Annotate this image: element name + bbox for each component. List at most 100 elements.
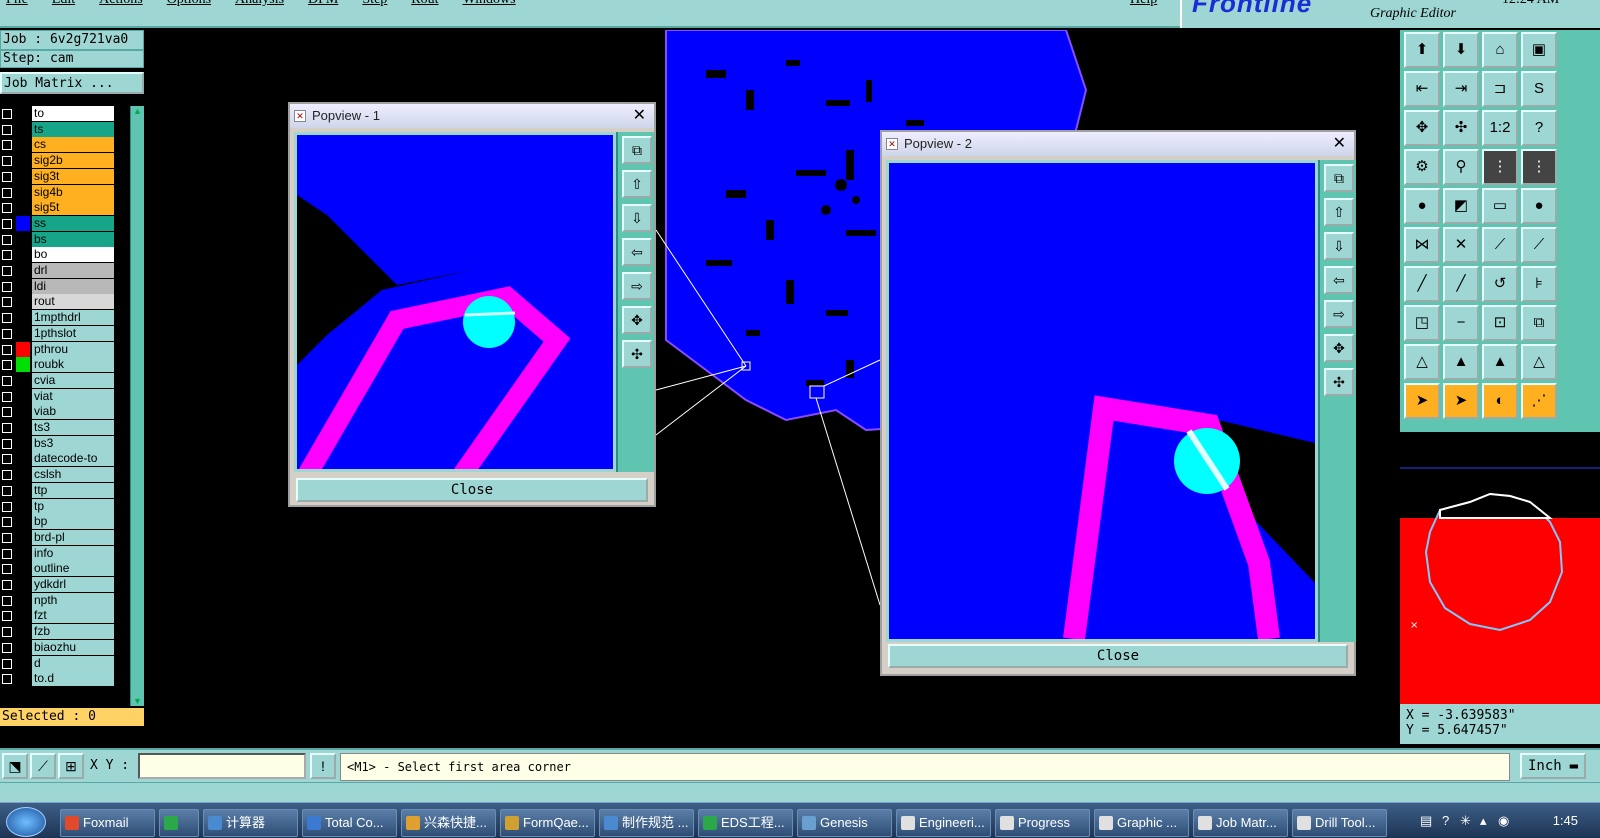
- layer-color-swatch[interactable]: [16, 106, 30, 121]
- layer-name[interactable]: tp: [32, 498, 114, 514]
- layer-row[interactable]: fzt: [0, 608, 116, 624]
- layer-color-swatch[interactable]: [16, 577, 30, 592]
- menu-help[interactable]: Help: [1130, 0, 1157, 8]
- layer-checkbox[interactable]: [2, 517, 12, 528]
- layer-row[interactable]: sig2b: [0, 153, 116, 169]
- layer-name[interactable]: bo: [32, 247, 114, 263]
- layer-checkbox[interactable]: [2, 611, 12, 622]
- layer-color-swatch[interactable]: [16, 514, 30, 530]
- popview-1-close-button[interactable]: Close: [296, 478, 648, 502]
- menu-analysis[interactable]: Analysis: [235, 0, 284, 8]
- layer-checkbox[interactable]: [2, 250, 12, 261]
- zoom-in-icon[interactable]: ✥: [622, 306, 652, 334]
- layer-row[interactable]: sig3t: [0, 168, 116, 184]
- window-icon[interactable]: ▣: [1521, 32, 1557, 68]
- line-icon[interactable]: ⟋: [1521, 227, 1557, 263]
- taskbar-item[interactable]: Job Matr...: [1193, 809, 1288, 837]
- pan-left-icon[interactable]: ⇦: [622, 238, 652, 266]
- layer-row[interactable]: drl: [0, 263, 116, 278]
- layer-row[interactable]: datecode-to: [0, 451, 116, 467]
- layer-color-swatch[interactable]: [16, 200, 30, 216]
- xy-input[interactable]: [138, 753, 306, 779]
- popview-2-titlebar[interactable]: ✕ Popview - 2 ✕: [882, 132, 1354, 156]
- menu-rout[interactable]: Rout: [411, 0, 438, 8]
- layer-row[interactable]: outline: [0, 561, 116, 577]
- layer-row[interactable]: to.d: [0, 671, 116, 687]
- layer-row[interactable]: cs: [0, 137, 116, 153]
- layer-name[interactable]: ydkdrl: [32, 577, 114, 592]
- layer-checkbox[interactable]: [2, 501, 12, 512]
- pan-down-icon[interactable]: ⇩: [622, 204, 652, 232]
- layer-checkbox[interactable]: [2, 281, 12, 292]
- layer-color-swatch[interactable]: [16, 420, 30, 435]
- layer-row[interactable]: ydkdrl: [0, 577, 116, 592]
- network-icon[interactable]: ◉: [1498, 813, 1509, 829]
- taskbar-item[interactable]: Total Co...: [302, 809, 397, 837]
- layer-name[interactable]: bs: [32, 231, 114, 247]
- dot-icon[interactable]: ●: [1521, 188, 1557, 224]
- layer-row[interactable]: brd-pl: [0, 529, 116, 545]
- layer-row[interactable]: biaozhu: [0, 639, 116, 655]
- layer-checkbox[interactable]: [2, 266, 12, 276]
- measure-icon[interactable]: ⟋: [30, 753, 56, 779]
- layer-row[interactable]: bp: [0, 514, 116, 530]
- layer-checkbox[interactable]: [2, 344, 12, 355]
- warning-icon[interactable]: !: [310, 753, 336, 779]
- layout-icon[interactable]: S: [1521, 71, 1557, 107]
- arc-icon[interactable]: ↺: [1482, 266, 1518, 302]
- layer-row[interactable]: ts: [0, 121, 116, 137]
- layer-color-swatch[interactable]: [16, 498, 30, 514]
- pan-left-icon[interactable]: ⇦: [1324, 266, 1354, 294]
- layer-color-swatch[interactable]: [16, 153, 30, 169]
- layer-name[interactable]: fzb: [32, 624, 114, 640]
- layer-row[interactable]: ss: [0, 215, 116, 231]
- taskbar-item[interactable]: Progress: [995, 809, 1090, 837]
- layer-checkbox[interactable]: [2, 109, 12, 119]
- layer-color-swatch[interactable]: [16, 624, 30, 640]
- layer-color-swatch[interactable]: [16, 357, 30, 373]
- taskbar-item[interactable]: 制作规范 ...: [599, 809, 694, 837]
- layer-name[interactable]: datecode-to: [32, 451, 114, 467]
- layer-name[interactable]: ts3: [32, 420, 114, 435]
- layer-checkbox[interactable]: [2, 532, 12, 543]
- layer-name[interactable]: cs: [32, 137, 114, 153]
- layer-row[interactable]: 1mpthdrl: [0, 310, 116, 326]
- layer-checkbox[interactable]: [2, 313, 12, 324]
- layer-color-swatch[interactable]: [16, 671, 30, 687]
- layer-checkbox[interactable]: [2, 328, 12, 339]
- unit-selector[interactable]: Inch ▬: [1520, 753, 1586, 779]
- layer-checkbox[interactable]: [2, 564, 12, 575]
- layer-checkbox[interactable]: [2, 423, 12, 433]
- taskbar-item[interactable]: 兴森快捷...: [401, 809, 496, 837]
- zoom-out-icon[interactable]: ✣: [1324, 368, 1354, 396]
- layer-name[interactable]: cvia: [32, 372, 114, 388]
- layer-row[interactable]: rout: [0, 294, 116, 310]
- slash-icon[interactable]: ╱: [1443, 266, 1479, 302]
- layer-name[interactable]: sig3t: [32, 168, 114, 184]
- layer-checkbox[interactable]: [2, 203, 12, 214]
- layer-row[interactable]: viab: [0, 404, 116, 420]
- layer-checkbox[interactable]: [2, 234, 12, 245]
- layer-color-swatch[interactable]: [16, 372, 30, 388]
- tri2-icon[interactable]: ▲: [1443, 344, 1479, 380]
- connect-icon[interactable]: ⋈: [1404, 227, 1440, 263]
- layer-name[interactable]: brd-pl: [32, 529, 114, 545]
- draw-icon[interactable]: ╱: [1404, 266, 1440, 302]
- layer-color-swatch[interactable]: [16, 168, 30, 184]
- layer-checkbox[interactable]: [2, 360, 12, 371]
- zoom-extent-icon[interactable]: ✥: [1404, 110, 1440, 146]
- layer-name[interactable]: biaozhu: [32, 639, 114, 655]
- settings-icon[interactable]: ⚙: [1404, 149, 1440, 185]
- scroll-up-icon[interactable]: ▲: [133, 106, 142, 116]
- zoom-fit-icon[interactable]: ⧉: [1324, 164, 1354, 192]
- open-icon[interactable]: ⬆: [1404, 32, 1440, 68]
- layer-color-swatch[interactable]: [16, 655, 30, 671]
- layer-color-swatch[interactable]: [16, 545, 30, 561]
- layer-color-swatch[interactable]: [16, 278, 30, 294]
- cursor3-icon[interactable]: ◐: [1482, 383, 1518, 419]
- layer-row[interactable]: 1pthslot: [0, 325, 116, 341]
- layer-row[interactable]: pthrou: [0, 341, 116, 357]
- group-icon[interactable]: ⧉: [1521, 305, 1557, 341]
- layer-name[interactable]: sig2b: [32, 153, 114, 169]
- layer-name[interactable]: viat: [32, 388, 114, 404]
